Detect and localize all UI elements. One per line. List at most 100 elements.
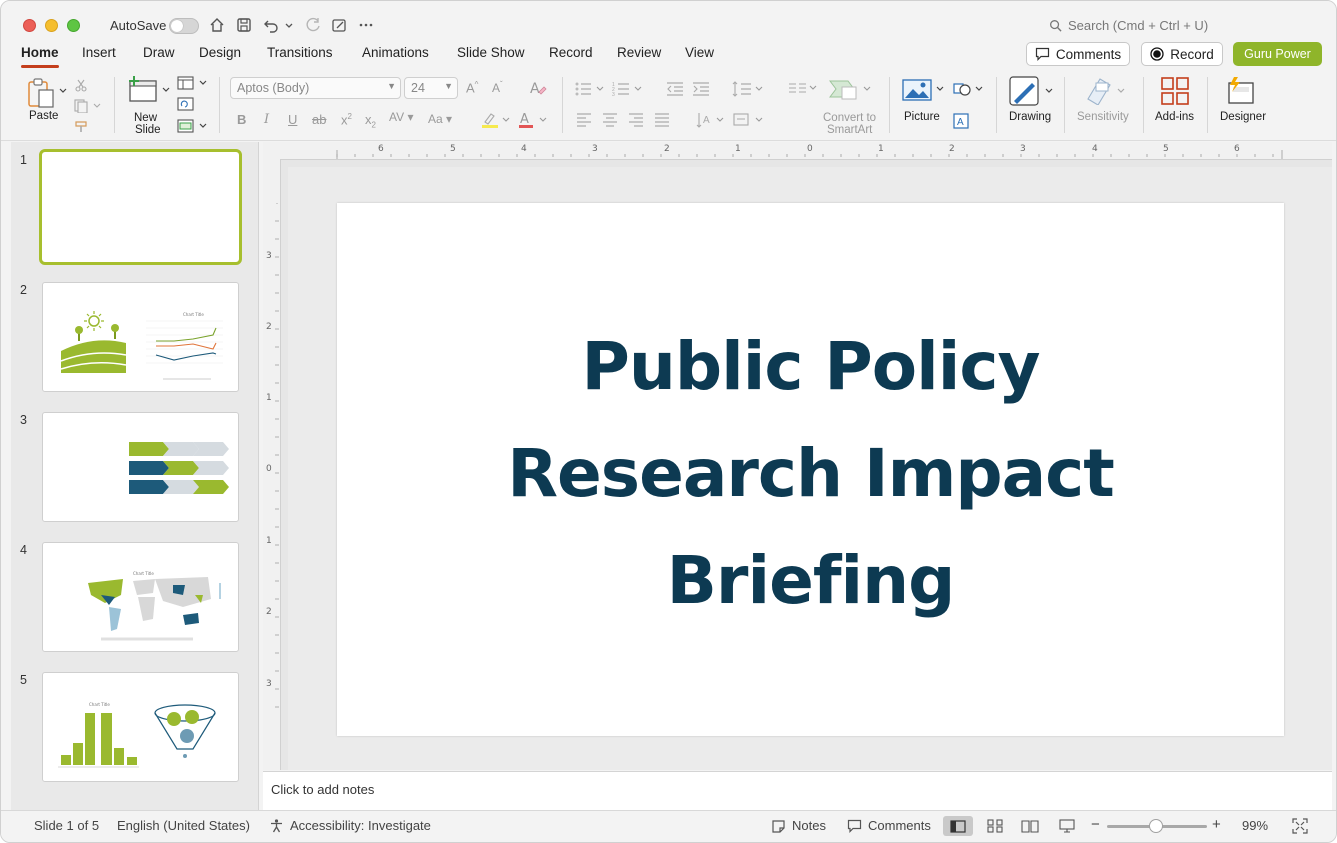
thumbnail-number: 2 (20, 283, 27, 297)
tab-home[interactable]: Home (21, 45, 59, 60)
zoom-window-button[interactable] (67, 19, 80, 32)
more-options-icon[interactable] (357, 16, 375, 34)
tab-design[interactable]: Design (199, 45, 241, 60)
text-direction-icon[interactable]: A (695, 111, 727, 129)
font-name-select[interactable]: Aptos (Body) ▼ (230, 77, 401, 99)
paste-dropdown-icon[interactable] (59, 87, 67, 95)
paste-icon[interactable] (25, 77, 57, 109)
normal-view-button[interactable] (943, 816, 973, 836)
zoom-in-button[interactable]: + (1212, 816, 1221, 833)
undo-icon[interactable] (262, 16, 280, 34)
vertical-ruler[interactable]: 3 2 1 0 1 2 3 (263, 160, 281, 770)
reset-slide-icon[interactable] (177, 97, 195, 111)
justify-icon[interactable] (654, 113, 670, 127)
layout-icon[interactable] (177, 76, 209, 90)
bullets-icon[interactable] (574, 81, 606, 97)
home-icon[interactable] (208, 16, 226, 34)
shapes-icon[interactable] (952, 80, 986, 98)
accessibility-label: Accessibility: Investigate (290, 818, 431, 833)
slide-sorter-icon (987, 819, 1003, 833)
clear-formatting-icon[interactable]: A (529, 79, 547, 97)
align-right-icon[interactable] (628, 113, 644, 127)
sensitivity-icon[interactable] (1084, 75, 1130, 105)
cut-icon[interactable] (74, 78, 88, 92)
record-button[interactable]: Record (1141, 42, 1223, 66)
superscript-icon[interactable]: x2 (341, 112, 352, 127)
designer-icon[interactable] (1225, 75, 1257, 107)
comments-toggle-button[interactable]: Comments (847, 818, 931, 833)
line-spacing-icon[interactable] (732, 80, 766, 98)
customize-icon[interactable] (330, 16, 348, 34)
tab-animations[interactable]: Animations (362, 45, 429, 60)
slide-sorter-button[interactable] (980, 816, 1010, 836)
align-text-icon[interactable] (732, 111, 766, 129)
tab-view[interactable]: View (685, 45, 714, 60)
save-icon[interactable] (235, 16, 253, 34)
font-size-select[interactable]: 24 ▼ (404, 77, 458, 99)
new-slide-dropdown-icon[interactable] (162, 86, 170, 94)
notes-toggle-button[interactable]: Notes (771, 818, 826, 833)
tab-draw[interactable]: Draw (143, 45, 175, 60)
smartart-icon[interactable] (828, 77, 874, 103)
undo-dropdown-icon[interactable] (284, 16, 294, 34)
section-icon[interactable] (177, 119, 209, 133)
zoom-out-button[interactable]: − (1091, 816, 1100, 833)
reading-view-button[interactable] (1015, 816, 1045, 836)
horizontal-ruler[interactable]: 6 5 4 3 2 1 0 1 2 3 4 5 6 (280, 142, 1332, 160)
reading-view-icon (1021, 820, 1039, 833)
tab-slide-show[interactable]: Slide Show (457, 45, 525, 60)
text-box-icon[interactable]: A (953, 113, 969, 129)
redo-icon[interactable] (304, 16, 322, 34)
current-slide[interactable]: Public Policy Research Impact Briefing (337, 203, 1284, 736)
numbering-icon[interactable]: 123 (612, 81, 644, 97)
add-ins-icon[interactable] (1160, 76, 1190, 106)
new-slide-icon[interactable] (127, 75, 159, 103)
format-painter-icon[interactable] (74, 119, 90, 133)
notes-pane[interactable]: Click to add notes (263, 771, 1332, 810)
slide-show-button[interactable] (1052, 816, 1082, 836)
columns-icon[interactable] (787, 81, 819, 95)
close-window-button[interactable] (23, 19, 36, 32)
decrease-font-icon[interactable]: Aˇ (492, 80, 503, 95)
slide-thumbnail-3[interactable] (42, 412, 239, 522)
slide-thumbnail-5[interactable]: Chart Title (42, 672, 239, 782)
comments-button[interactable]: Comments (1026, 42, 1130, 66)
change-case-icon[interactable]: Aa ▾ (428, 112, 452, 126)
copy-icon[interactable] (74, 99, 102, 113)
font-color-icon[interactable]: A (518, 111, 550, 129)
accessibility-button[interactable]: Accessibility: Investigate (269, 818, 431, 833)
minimize-window-button[interactable] (45, 19, 58, 32)
tab-review[interactable]: Review (617, 45, 661, 60)
increase-font-icon[interactable]: A^ (466, 80, 478, 95)
align-left-icon[interactable] (576, 113, 592, 127)
slide-title[interactable]: Public Policy Research Impact Briefing (337, 313, 1284, 634)
subscript-icon[interactable]: x2 (365, 112, 376, 130)
underline-icon[interactable]: U (288, 112, 297, 127)
fit-to-window-icon[interactable] (1292, 818, 1308, 834)
tab-record[interactable]: Record (549, 45, 593, 60)
italic-icon[interactable]: I (264, 112, 269, 127)
decrease-indent-icon[interactable] (666, 81, 684, 97)
highlight-icon[interactable] (481, 111, 513, 129)
increase-indent-icon[interactable] (692, 81, 710, 97)
guru-power-button[interactable]: Guru Power (1233, 42, 1322, 66)
tab-transitions[interactable]: Transitions (267, 45, 333, 60)
search-box[interactable]: Search (Cmd + Ctrl + U) (1049, 18, 1208, 33)
zoom-slider-thumb[interactable] (1149, 819, 1163, 833)
drawing-icon[interactable] (1008, 75, 1054, 107)
align-center-icon[interactable] (602, 113, 618, 127)
slide-thumbnail-2[interactable]: Chart Title (42, 282, 239, 392)
slide-thumbnail-1[interactable] (39, 149, 242, 265)
ruler-label: 6 (1234, 144, 1240, 154)
ruler-label: 3 (266, 251, 272, 261)
autosave-toggle[interactable] (169, 18, 199, 34)
picture-icon[interactable] (901, 77, 949, 103)
tab-insert[interactable]: Insert (82, 45, 116, 60)
character-spacing-icon[interactable]: AV ▾ (389, 110, 413, 124)
strikethrough-icon[interactable]: ab (312, 112, 326, 127)
zoom-level[interactable]: 99% (1242, 818, 1268, 833)
thumbnail-number: 5 (20, 673, 27, 687)
bold-icon[interactable]: B (237, 112, 246, 127)
language-indicator[interactable]: English (United States) (117, 818, 250, 833)
slide-thumbnail-4[interactable]: Chart Title (42, 542, 239, 652)
